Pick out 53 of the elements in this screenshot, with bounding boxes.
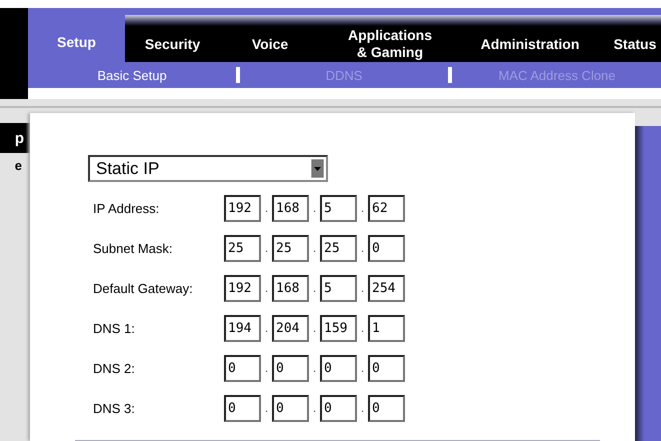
octet-separator: . xyxy=(264,361,270,375)
octet-separator: . xyxy=(264,281,270,295)
dropdown-arrow-icon xyxy=(311,159,324,178)
octet-separator: . xyxy=(312,281,318,295)
octet-separator: . xyxy=(360,281,366,295)
octet-field[interactable]: 25 xyxy=(272,234,309,262)
octet-separator: . xyxy=(264,241,270,255)
octet-separator: . xyxy=(312,401,318,415)
octet-field[interactable]: 25 xyxy=(224,234,261,262)
octet-field[interactable]: 168 xyxy=(272,194,309,222)
octet-field[interactable]: 0 xyxy=(368,394,405,422)
octet-field[interactable]: 159 xyxy=(320,314,357,342)
octet-separator: . xyxy=(360,321,366,335)
octet-separator: . xyxy=(360,401,366,415)
octet-field[interactable]: 204 xyxy=(272,314,309,342)
octet-separator: . xyxy=(264,201,270,215)
octet-field[interactable]: 62 xyxy=(368,194,405,222)
octet-field[interactable]: 5 xyxy=(320,194,357,222)
field-label: Default Gateway: xyxy=(92,280,194,296)
field-label: DNS 1: xyxy=(92,320,136,336)
section-label: e xyxy=(14,157,23,173)
octet-separator: . xyxy=(360,201,366,215)
octet-field[interactable]: 192 xyxy=(224,194,261,222)
octet-separator: . xyxy=(312,201,318,215)
octet-field[interactable]: 194 xyxy=(224,314,261,342)
octet-field[interactable]: 0 xyxy=(272,394,309,422)
octet-field[interactable]: 5 xyxy=(320,274,357,302)
octet-field[interactable]: 254 xyxy=(368,274,405,302)
octet-separator: . xyxy=(312,361,318,375)
subtab[interactable]: Basic Setup xyxy=(28,68,236,82)
octet-field[interactable]: 168 xyxy=(272,274,309,302)
octet-field[interactable]: 0 xyxy=(320,354,357,382)
field-label: DNS 2: xyxy=(92,360,136,376)
field-label: DNS 3: xyxy=(92,400,136,416)
octet-field[interactable]: 192 xyxy=(224,274,261,302)
connection-type-dropdown[interactable]: Static IP xyxy=(88,155,328,182)
octet-separator: . xyxy=(360,361,366,375)
octet-field[interactable]: 1 xyxy=(368,314,405,342)
octet-separator: . xyxy=(312,321,318,335)
octet-separator: . xyxy=(264,401,270,415)
octet-field[interactable]: 0 xyxy=(224,394,261,422)
octet-separator: . xyxy=(360,241,366,255)
octet-field[interactable]: 25 xyxy=(320,234,357,262)
octet-field[interactable]: 0 xyxy=(368,234,405,262)
octet-field[interactable]: 0 xyxy=(320,394,357,422)
octet-field[interactable]: 0 xyxy=(368,354,405,382)
field-label: IP Address: xyxy=(92,200,160,216)
octet-separator: . xyxy=(312,241,318,255)
section-heading: p xyxy=(0,123,30,153)
octet-field[interactable]: 0 xyxy=(224,354,261,382)
octet-field[interactable]: 0 xyxy=(272,354,309,382)
octet-separator: . xyxy=(264,321,270,335)
field-label: Subnet Mask: xyxy=(92,240,174,256)
